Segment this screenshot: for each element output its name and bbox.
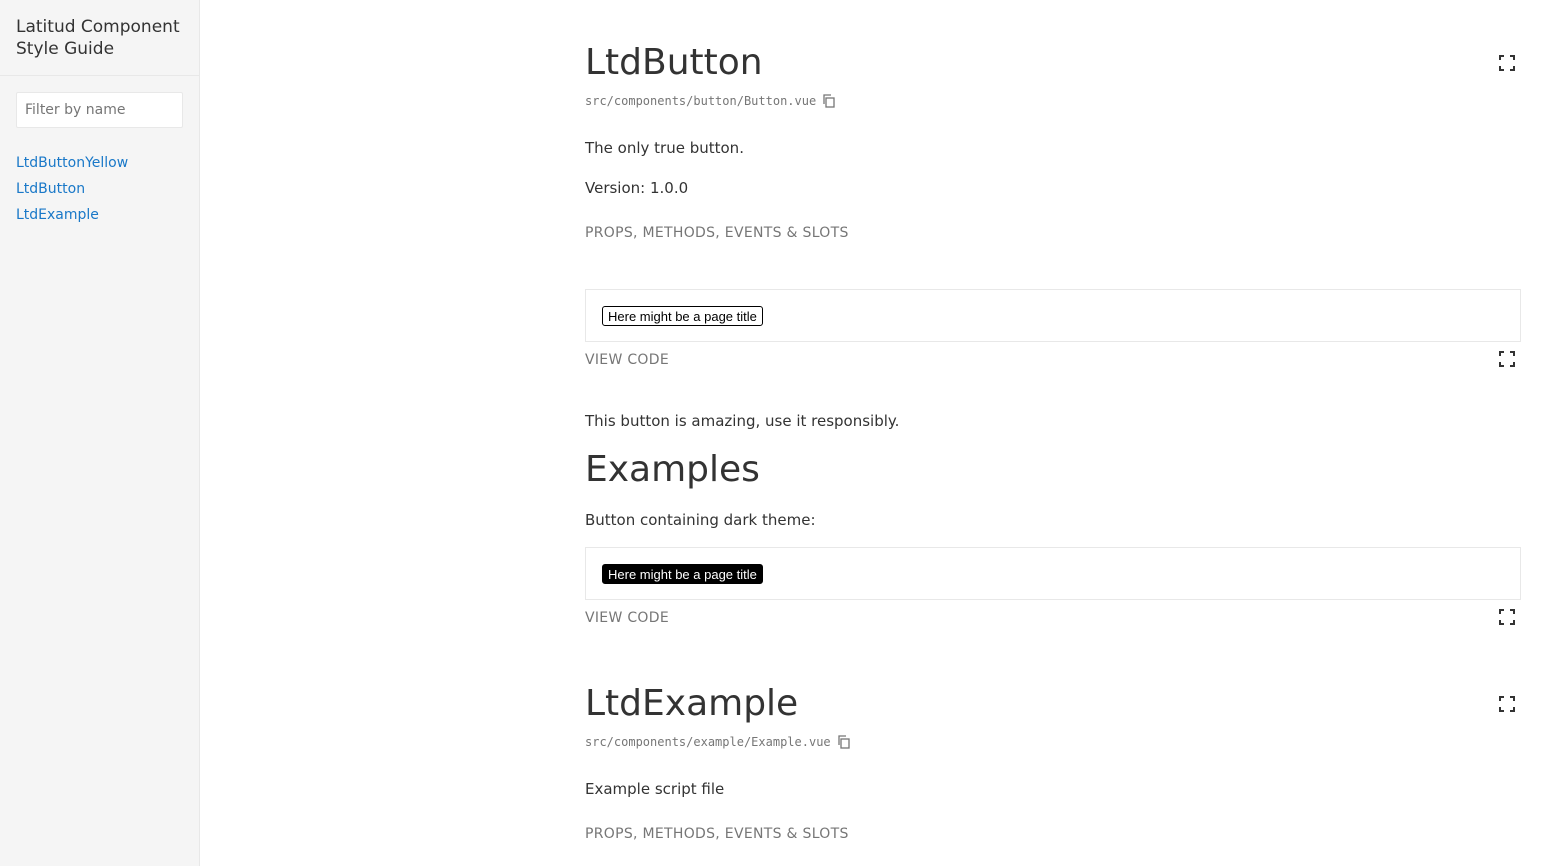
props-tab[interactable]: PROPS, METHODS, EVENTS & SLOTS bbox=[585, 824, 849, 844]
examples-heading: Examples bbox=[585, 449, 760, 490]
nav-link-ltdbuttonyellow[interactable]: LtdButtonYellow bbox=[16, 155, 128, 171]
component-description: Example script file bbox=[585, 780, 725, 798]
example-caption: Button containing dark theme: bbox=[585, 511, 816, 529]
filter-input[interactable] bbox=[16, 92, 183, 128]
copy-icon[interactable] bbox=[822, 94, 836, 108]
preview-box: Here might be a page title bbox=[585, 547, 1521, 600]
component-path: src/components/button/Button.vue bbox=[585, 91, 836, 111]
view-code-tab[interactable]: VIEW CODE bbox=[585, 350, 669, 370]
nav-link-ltdbutton[interactable]: LtdButton bbox=[16, 181, 85, 197]
component-path: src/components/example/Example.vue bbox=[585, 732, 851, 752]
props-tab[interactable]: PROPS, METHODS, EVENTS & SLOTS bbox=[585, 223, 849, 243]
nav-item: LtdButton bbox=[16, 178, 183, 204]
expand-icon[interactable] bbox=[1499, 351, 1515, 367]
nav-link-ltdexample[interactable]: LtdExample bbox=[16, 207, 99, 223]
component-heading: LtdButton bbox=[585, 42, 763, 83]
path-text: src/components/example/Example.vue bbox=[585, 735, 831, 749]
expand-icon[interactable] bbox=[1499, 696, 1515, 712]
path-text: src/components/button/Button.vue bbox=[585, 94, 817, 108]
component-heading: LtdExample bbox=[585, 683, 799, 724]
component-version: Version: 1.0.0 bbox=[585, 179, 689, 197]
component-nav: LtdButtonYellow LtdButton LtdExample bbox=[0, 128, 199, 230]
nav-item: LtdButtonYellow bbox=[16, 152, 183, 178]
demo-button-light[interactable]: Here might be a page title bbox=[602, 306, 763, 326]
demo-button-dark[interactable]: Here might be a page title bbox=[602, 564, 763, 584]
component-description: The only true button. bbox=[585, 139, 744, 157]
sidebar: Latitud Component Style Guide LtdButtonY… bbox=[0, 0, 200, 866]
expand-icon[interactable] bbox=[1499, 609, 1515, 625]
component-note: This button is amazing, use it responsib… bbox=[585, 412, 900, 430]
copy-icon[interactable] bbox=[837, 735, 851, 749]
expand-icon[interactable] bbox=[1499, 55, 1515, 71]
app-title: Latitud Component Style Guide bbox=[16, 17, 180, 59]
filter-wrap bbox=[0, 76, 199, 128]
preview-box: Here might be a page title bbox=[585, 289, 1521, 342]
view-code-tab[interactable]: VIEW CODE bbox=[585, 608, 669, 628]
nav-item: LtdExample bbox=[16, 204, 183, 230]
sidebar-header: Latitud Component Style Guide bbox=[0, 0, 199, 76]
